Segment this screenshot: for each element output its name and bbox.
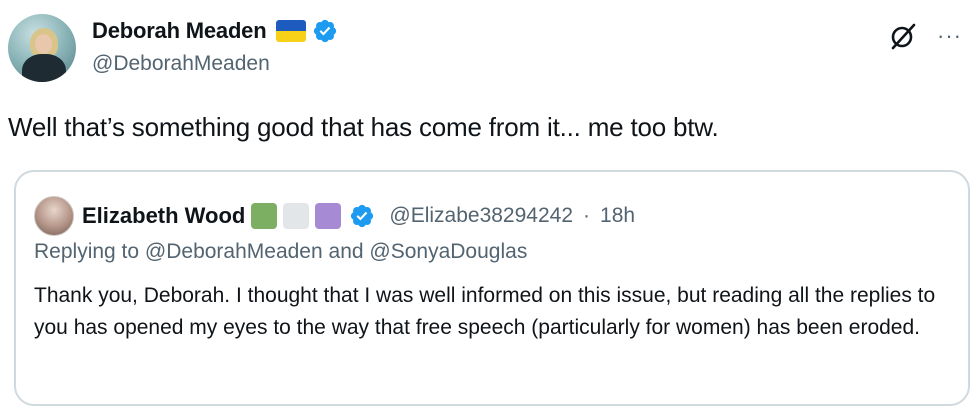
author-avatar[interactable] (8, 14, 76, 82)
author-name-row: Deborah Meaden (92, 16, 338, 46)
quoted-tweet[interactable]: Elizabeth Wood @Elizabe38294242 · 18h Re… (14, 170, 970, 406)
tweet-actions-top: ··· (889, 22, 962, 50)
mention-link-1[interactable]: @DeborahMeaden (145, 240, 323, 263)
replying-and: and (328, 240, 364, 263)
author-handle[interactable]: @DeborahMeaden (92, 52, 338, 76)
quoted-display-name[interactable]: Elizabeth Wood (82, 203, 245, 229)
author-display-name[interactable]: Deborah Meaden (92, 18, 267, 44)
quoted-text: Thank you, Deborah. I thought that I was… (34, 284, 936, 339)
quoted-author-avatar[interactable] (34, 196, 74, 236)
tweet: Deborah Meaden @DeborahMeaden ··· Well t… (0, 0, 980, 416)
mention-link-2[interactable]: @SonyaDouglas (369, 240, 527, 263)
verified-badge-icon[interactable] (312, 18, 338, 44)
more-icon[interactable]: ··· (937, 25, 962, 47)
quoted-timestamp[interactable]: 18h (600, 204, 635, 228)
quoted-header: Elizabeth Wood @Elizabe38294242 · 18h (82, 196, 635, 236)
tweet-text: Well that’s something good that has come… (8, 112, 719, 142)
white-square-icon (283, 203, 310, 229)
green-square-icon (251, 203, 278, 229)
verified-badge-icon[interactable] (349, 203, 375, 229)
purple-square-icon (315, 203, 342, 229)
quoted-handle[interactable]: @Elizabe38294242 (389, 204, 573, 228)
ukraine-flag-icon (276, 20, 307, 42)
replying-to: Replying to @DeborahMeaden and @SonyaDou… (34, 240, 527, 264)
grok-icon[interactable] (889, 22, 917, 50)
tweet-header: Deborah Meaden @DeborahMeaden (92, 16, 338, 76)
separator-dot: · (583, 204, 591, 227)
replying-prefix: Replying to (34, 240, 140, 263)
